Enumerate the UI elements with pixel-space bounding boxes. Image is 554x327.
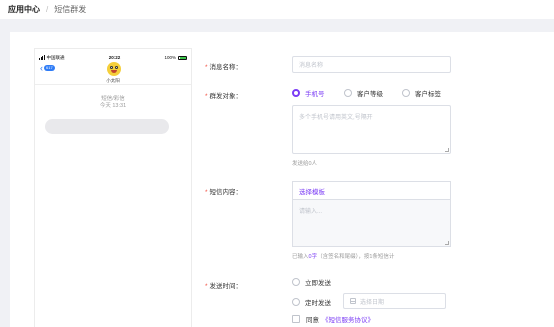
breadcrumb-root[interactable]: 应用中心 xyxy=(8,4,40,15)
avatar-eye-left xyxy=(109,66,113,69)
agree-row: 同意 《短信服务协议》 xyxy=(292,314,374,324)
top-bar: 应用中心 / 短信群发 xyxy=(0,0,554,19)
phone-numbers-textarea[interactable]: 多个手机号请用英文,号隔开 xyxy=(292,105,451,154)
radio-scheduled[interactable]: 定时发送 xyxy=(292,297,331,307)
select-template-link[interactable]: 选择模板 xyxy=(292,181,451,199)
content-label: * 短信内容： xyxy=(204,189,242,196)
battery-icon xyxy=(178,55,187,60)
calendar-icon xyxy=(350,298,356,304)
message-name-input[interactable]: 消息名称 xyxy=(292,56,451,73)
signal-icon xyxy=(39,55,45,60)
radio-phone[interactable]: 手机号 xyxy=(292,88,325,98)
content-textarea[interactable]: 请输入... xyxy=(292,199,451,247)
radio-send-now[interactable]: 立即发送 xyxy=(292,277,331,287)
agreement-link[interactable]: 《短信服务协议》 xyxy=(322,314,374,324)
resize-grip-icon[interactable] xyxy=(445,241,449,245)
message-bubble xyxy=(45,119,169,134)
agree-text: 同意 xyxy=(306,317,319,324)
breadcrumb-current: 短信群发 xyxy=(54,5,87,14)
date-picker[interactable]: 选择日期 xyxy=(343,293,446,309)
avatar xyxy=(107,62,121,76)
recipient-count: 发送给0人 xyxy=(292,161,318,167)
phone-time: 20:22 xyxy=(108,55,121,60)
battery-label: 100% xyxy=(164,55,176,60)
breadcrumb-separator: / xyxy=(46,5,49,14)
radio-tag-indicator xyxy=(402,89,410,97)
char-count-hint: 已输入0字（含签名和尾缀），按1条短信计 xyxy=(292,254,395,260)
radio-level-indicator xyxy=(344,89,352,97)
radio-phone-indicator xyxy=(292,89,300,97)
carrier-label: 中国联通 xyxy=(46,54,65,60)
radio-now-indicator xyxy=(292,278,300,286)
avatar-mouth xyxy=(111,70,117,73)
phone-preview: 中国联通 20:22 100% ‹ 617 小太阳 短信/彩信 今天 13:31 xyxy=(34,48,192,327)
phone-status-bar: 中国联通 20:22 100% xyxy=(39,54,187,61)
header-divider xyxy=(35,84,191,85)
avatar-eye-right xyxy=(115,66,118,69)
agree-checkbox[interactable] xyxy=(292,315,300,323)
chevron-left-icon: ‹ xyxy=(40,63,43,73)
radio-customer-level[interactable]: 客户等级 xyxy=(344,88,383,98)
radio-scheduled-indicator xyxy=(292,298,300,306)
name-label: * 消息名称： xyxy=(204,64,242,71)
back-button[interactable]: ‹ 617 xyxy=(40,63,55,73)
radio-customer-tag[interactable]: 客户标签 xyxy=(402,88,441,98)
unread-badge: 617 xyxy=(44,65,55,71)
resize-grip-icon[interactable] xyxy=(445,148,449,152)
message-timestamp: 今天 13:31 xyxy=(99,103,127,109)
send-time-label: * 发送时间： xyxy=(204,283,242,290)
target-label: * 群发对象： xyxy=(204,93,242,100)
